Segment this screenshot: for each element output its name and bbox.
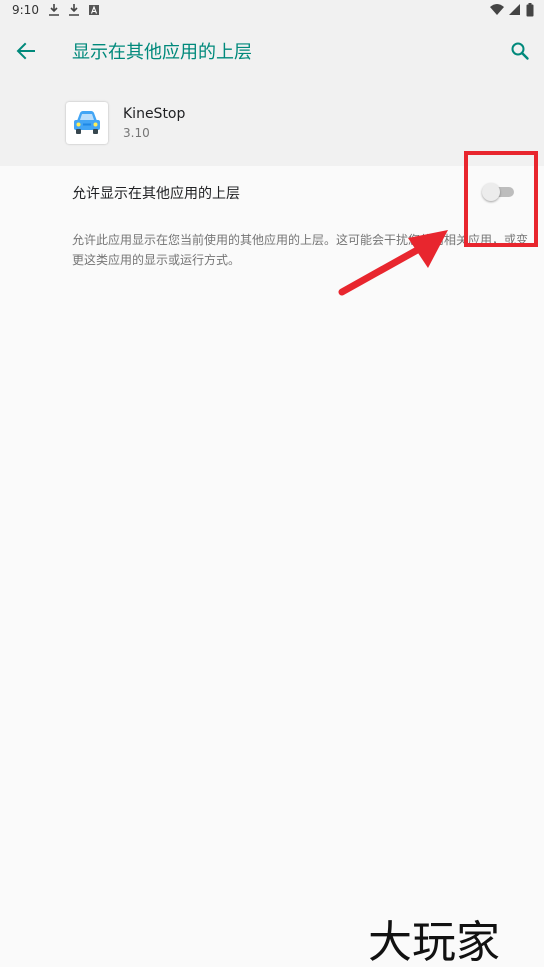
search-button[interactable] xyxy=(508,39,532,63)
download-icon xyxy=(49,4,59,16)
app-icon xyxy=(66,102,108,144)
back-button[interactable] xyxy=(14,39,38,63)
status-system-icons xyxy=(490,3,534,17)
signal-icon xyxy=(509,4,520,15)
red-arrow-icon xyxy=(338,230,448,296)
status-notifications xyxy=(48,3,100,17)
status-bar: 9:10 xyxy=(0,0,544,22)
download-icon xyxy=(69,4,79,16)
overlay-permission-label: 允许显示在其他应用的上层 xyxy=(72,186,240,202)
battery-icon xyxy=(526,3,534,17)
app-header: KineStop 3.10 xyxy=(0,80,544,166)
app-version: 3.10 xyxy=(123,126,150,140)
app-bar: 显示在其他应用的上层 xyxy=(0,22,544,80)
car-icon xyxy=(74,111,100,134)
page-title: 显示在其他应用的上层 xyxy=(72,42,252,63)
watermark-logo: 大玩家 xyxy=(368,917,500,967)
status-time: 9:10 xyxy=(12,3,39,17)
watermark-text: 大玩家 xyxy=(368,917,500,967)
app-name: KineStop xyxy=(123,106,186,122)
wifi-icon xyxy=(490,4,504,15)
a-badge-icon xyxy=(89,5,99,15)
